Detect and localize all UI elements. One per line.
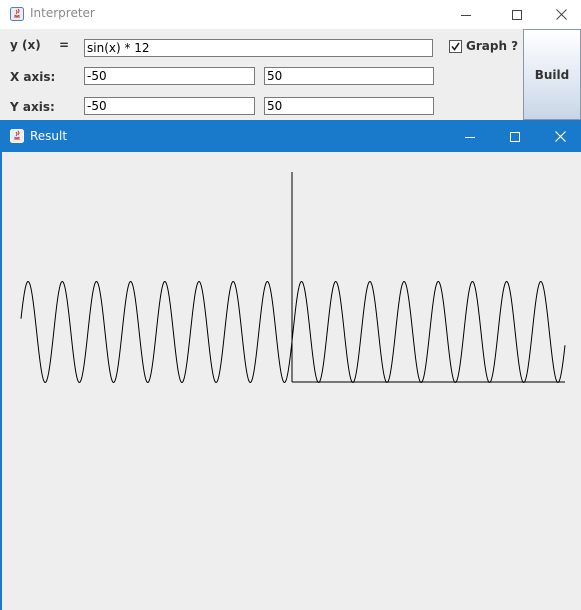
graph-plot: [20, 172, 566, 384]
result-titlebar[interactable]: Result: [0, 120, 581, 152]
maximize-icon: [512, 9, 522, 20]
close-button[interactable]: [537, 122, 581, 151]
graph-checkbox[interactable]: Graph ?: [449, 39, 518, 53]
function-curve: [20, 280, 566, 384]
java-app-icon: [10, 7, 24, 21]
x-axis-label: X axis:: [10, 70, 56, 84]
close-icon: [555, 9, 567, 20]
close-button[interactable]: [538, 0, 581, 29]
equals-sign: =: [59, 38, 70, 52]
minimize-button[interactable]: [443, 0, 489, 29]
function-label: y (x): [10, 38, 41, 52]
java-app-icon: [10, 129, 24, 143]
minimize-icon: [465, 136, 475, 138]
graph-canvas: [2, 152, 581, 610]
function-input[interactable]: sin(x) * 12: [84, 39, 433, 57]
y-axis-min-input[interactable]: -50: [84, 97, 255, 115]
minimize-icon: [461, 14, 471, 16]
minimize-button[interactable]: [447, 122, 493, 151]
maximize-button[interactable]: [492, 122, 538, 151]
result-window: Result: [0, 120, 581, 610]
y-axis-max-input[interactable]: 50: [264, 97, 434, 115]
input-panel: y (x) = sin(x) * 12 Graph ? X axis: -50 …: [0, 29, 523, 122]
window-title: Result: [30, 129, 68, 143]
maximize-button[interactable]: [494, 0, 540, 29]
x-axis-min-input[interactable]: -50: [84, 67, 255, 85]
x-axis-max-input[interactable]: 50: [264, 67, 434, 85]
window-title: Interpreter: [30, 6, 95, 20]
close-icon: [554, 131, 566, 142]
checkbox-box[interactable]: [449, 39, 462, 53]
interpreter-titlebar[interactable]: Interpreter: [0, 0, 581, 29]
build-button[interactable]: Build: [523, 29, 581, 120]
maximize-icon: [510, 131, 520, 142]
y-axis-label: Y axis:: [10, 100, 55, 114]
checkmark-icon: [451, 42, 460, 51]
graph-checkbox-label: Graph ?: [466, 39, 519, 53]
interpreter-window: Interpreter y (x) = sin(x) * 12 Graph ? …: [0, 0, 581, 122]
